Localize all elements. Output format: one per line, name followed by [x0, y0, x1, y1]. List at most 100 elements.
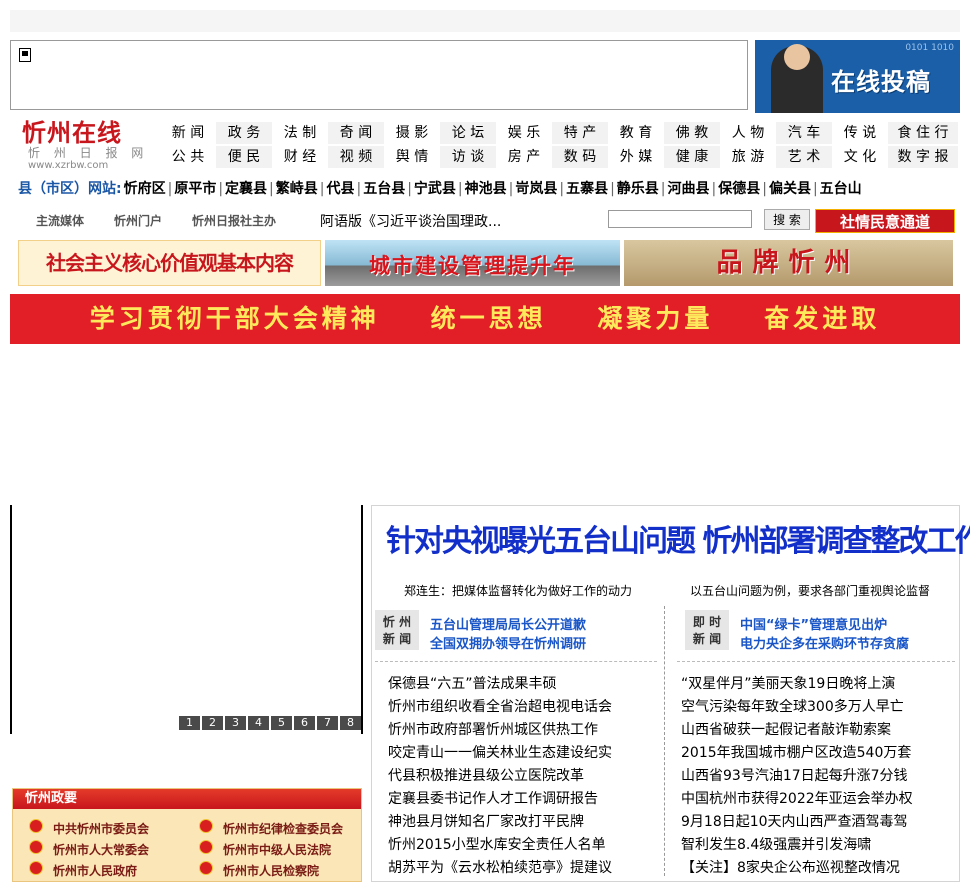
news-item[interactable]: “双星伴月”美丽天象19日晚将上演: [681, 673, 913, 696]
left-top-link-2[interactable]: 全国双拥办领导在忻州调研: [430, 633, 586, 652]
link-sponsor[interactable]: 忻州日报社主办: [192, 212, 276, 229]
news-item[interactable]: 空气污染每年致全球300多万人早亡: [681, 696, 913, 719]
gov-link-court[interactable]: 忻州市中级人民法院: [223, 841, 331, 858]
sheqing-channel-button[interactable]: 社情民意通道: [815, 209, 955, 233]
news-ticker[interactable]: 阿语版《习近平谈治国理政...: [320, 211, 501, 231]
news-item[interactable]: 咬定青山一一偏关林业生态建设纪实: [388, 742, 612, 765]
national-emblem-icon: [29, 840, 43, 854]
city-construction-banner[interactable]: 城市建设管理提升年: [325, 240, 620, 286]
headline-sub-right[interactable]: 以五台山问题为例，要求各部门重视舆论监督: [690, 582, 930, 599]
news-item[interactable]: 9月18日起10天内山西严查酒驾毒驾: [681, 811, 913, 834]
news-item[interactable]: 保德县“六五”普法成果丰硕: [388, 673, 612, 696]
gov-link-discipline[interactable]: 忻州市纪律检查委员会: [223, 820, 343, 837]
tougao-ad[interactable]: 0101 1010 在线投稿: [755, 40, 960, 113]
news-item[interactable]: 忻州2015小型水库安全责任人名单: [388, 834, 612, 857]
county-link[interactable]: 代县: [324, 181, 356, 197]
link-xinzhou-portal[interactable]: 忻州门户: [114, 212, 162, 229]
county-link[interactable]: 河曲县: [666, 181, 712, 197]
nav-item[interactable]: 视 频: [328, 146, 384, 168]
news-item[interactable]: 2015年我国城市棚户区改造540万套: [681, 742, 913, 765]
nav-item[interactable]: 食 住 行: [888, 122, 958, 144]
county-link[interactable]: 五寨县: [564, 181, 610, 197]
news-item[interactable]: 忻州市组织收看全省治超电视电话会: [388, 696, 612, 719]
headline-sub-left[interactable]: 郑连生：把媒体监督转化为做好工作的动力: [404, 582, 632, 599]
news-item[interactable]: 胡苏平为《云水松柏续范亭》提建议: [388, 857, 612, 880]
link-mainstream-media[interactable]: 主流媒体: [36, 212, 84, 229]
slide-page-button[interactable]: 1: [179, 716, 200, 730]
news-item[interactable]: 代县积极推进县级公立医院改革: [388, 765, 612, 788]
nav-item[interactable]: 传 说: [832, 122, 888, 144]
tag-line: 忻 州: [382, 615, 412, 629]
brand-xinzhou-banner[interactable]: 品牌忻州: [624, 240, 953, 286]
slide-page-button[interactable]: 3: [225, 716, 246, 730]
county-link[interactable]: 静乐县: [615, 181, 661, 197]
county-link[interactable]: 保德县: [716, 181, 762, 197]
nav-item[interactable]: 健 康: [664, 146, 720, 168]
news-item[interactable]: 定襄县委书记作人才工作调研报告: [388, 788, 612, 811]
nav-item[interactable]: 访 谈: [440, 146, 496, 168]
photo-slideshow[interactable]: [10, 505, 363, 734]
right-top-link-2[interactable]: 电力央企多在采购环节存贪腐: [740, 633, 909, 652]
county-link[interactable]: 定襄县: [223, 181, 269, 197]
nav-item[interactable]: 新 闻: [160, 122, 216, 144]
nav-item[interactable]: 房 产: [496, 146, 552, 168]
county-link[interactable]: 原平市: [172, 181, 218, 197]
nav-item[interactable]: 佛 教: [664, 122, 720, 144]
study-spirit-banner[interactable]: 学习贯彻干部大会精神 统一思想 凝聚力量 奋发进取: [10, 294, 960, 344]
nav-item[interactable]: 便 民: [216, 146, 272, 168]
slide-page-button[interactable]: 2: [202, 716, 223, 730]
gov-link-procuratorate[interactable]: 忻州市人民检察院: [223, 862, 319, 879]
nav-item[interactable]: 论 坛: [440, 122, 496, 144]
nav-item[interactable]: 娱 乐: [496, 122, 552, 144]
county-link[interactable]: 忻府区: [122, 181, 168, 197]
ad-placeholder[interactable]: [10, 40, 748, 110]
nav-item[interactable]: 奇 闻: [328, 122, 384, 144]
right-top-link-1[interactable]: 中国“绿卡”管理意见出炉: [740, 614, 887, 633]
nav-item[interactable]: 公 共: [160, 146, 216, 168]
nav-item[interactable]: 特 产: [552, 122, 608, 144]
news-item[interactable]: 智利发生8.4级强震并引发海啸: [681, 834, 913, 857]
nav-item[interactable]: 人 物: [720, 122, 776, 144]
site-logo[interactable]: 忻州在线 忻 州 日 报 网 www.xzrbw.com: [22, 120, 152, 176]
news-item[interactable]: 山西省93号汽油17日起每升涨7分钱: [681, 765, 913, 788]
slide-page-button[interactable]: 8: [340, 716, 361, 730]
county-link[interactable]: 偏关县: [767, 181, 813, 197]
search-button[interactable]: 搜 索: [764, 209, 810, 230]
search-input[interactable]: [608, 210, 752, 228]
news-item[interactable]: 神池县月饼知名厂家改打平民牌: [388, 811, 612, 834]
nav-item[interactable]: 汽 车: [776, 122, 832, 144]
binary-pattern: 0101 1010: [905, 43, 954, 53]
news-item[interactable]: 中国杭州市获得2022年亚运会举办权: [681, 788, 913, 811]
nav-item[interactable]: 艺 术: [776, 146, 832, 168]
nav-item[interactable]: 文 化: [832, 146, 888, 168]
slide-page-button[interactable]: 4: [248, 716, 269, 730]
slide-page-button[interactable]: 7: [317, 716, 338, 730]
headline-title[interactable]: 针对央视曝光五台山问题 忻州部署调查整改工作: [386, 524, 970, 560]
nav-item[interactable]: 数 字 报: [888, 146, 958, 168]
nav-item[interactable]: 外 媒: [608, 146, 664, 168]
county-link[interactable]: 宁武县: [412, 181, 458, 197]
nav-item[interactable]: 法 制: [272, 122, 328, 144]
gov-link-government[interactable]: 忻州市人民政府: [53, 862, 137, 879]
nav-item[interactable]: 教 育: [608, 122, 664, 144]
county-link[interactable]: 繁峙县: [274, 181, 320, 197]
news-item[interactable]: 【关注】8家央企公布巡视整改情况: [681, 857, 913, 880]
gov-link-npc[interactable]: 忻州市人大常委会: [53, 841, 149, 858]
slide-page-button[interactable]: 6: [294, 716, 315, 730]
nav-item[interactable]: 舆 情: [384, 146, 440, 168]
county-link[interactable]: 岢岚县: [513, 181, 559, 197]
county-link[interactable]: 神池县: [463, 181, 509, 197]
news-item[interactable]: 山西省破获一起假记者敲诈勒索案: [681, 719, 913, 742]
county-link[interactable]: 五台县: [361, 181, 407, 197]
nav-item[interactable]: 政 务: [216, 122, 272, 144]
slide-page-button[interactable]: 5: [271, 716, 292, 730]
news-item[interactable]: 忻州市政府部署忻州城区供热工作: [388, 719, 612, 742]
nav-item[interactable]: 数 码: [552, 146, 608, 168]
gov-link-party-committee[interactable]: 中共忻州市委员会: [53, 820, 149, 837]
nav-item[interactable]: 摄 影: [384, 122, 440, 144]
core-values-banner[interactable]: 社会主义核心价值观基本内容: [18, 240, 321, 286]
county-link[interactable]: 五台山: [818, 181, 864, 197]
left-top-link-1[interactable]: 五台山管理局局长公开道歉: [430, 614, 586, 633]
nav-item[interactable]: 财 经: [272, 146, 328, 168]
nav-item[interactable]: 旅 游: [720, 146, 776, 168]
